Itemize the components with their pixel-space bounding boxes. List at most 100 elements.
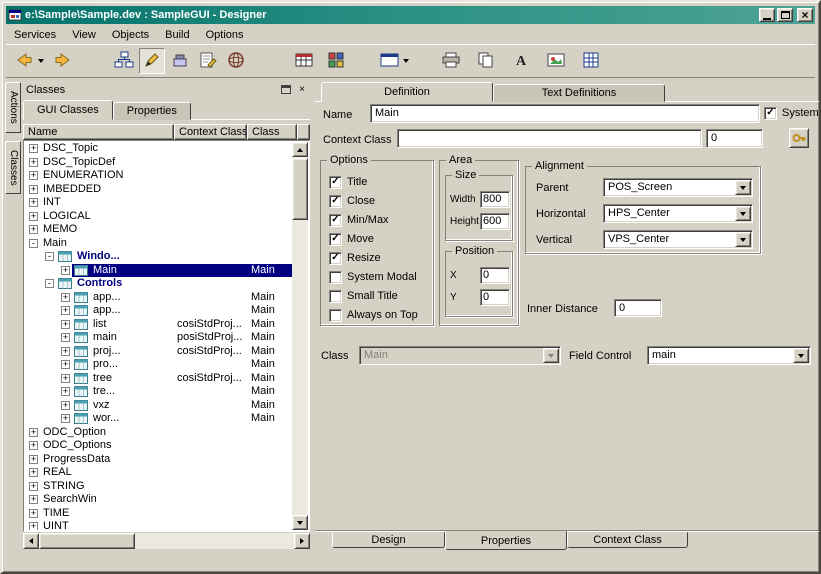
horizontal-scroll-thumb[interactable] bbox=[39, 533, 135, 549]
menu-objects[interactable]: Objects bbox=[104, 27, 157, 43]
checkbox-min-max[interactable]: ✓ bbox=[329, 214, 342, 227]
tree-row-dsc-topicdef[interactable]: +DSC_TopicDef bbox=[25, 156, 292, 170]
column-header-name[interactable]: Name bbox=[23, 124, 174, 140]
scroll-up-button[interactable] bbox=[292, 142, 308, 157]
tree-expander[interactable]: + bbox=[61, 333, 70, 342]
tree-row-main[interactable]: +MainMain bbox=[25, 264, 292, 278]
vertical-combo[interactable]: VPS_Center bbox=[603, 230, 753, 249]
tree-row-logical[interactable]: +LOGICAL bbox=[25, 210, 292, 224]
palette-grid-button[interactable] bbox=[323, 48, 349, 74]
combo-arrow-button[interactable] bbox=[793, 348, 809, 363]
tab-definition[interactable]: Definition bbox=[321, 82, 493, 102]
tree-expander[interactable]: + bbox=[29, 171, 38, 180]
menu-options[interactable]: Options bbox=[198, 27, 252, 43]
minimize-button[interactable] bbox=[759, 8, 775, 22]
forward-button[interactable] bbox=[49, 48, 75, 74]
inner-distance-input[interactable]: 0 bbox=[614, 299, 662, 317]
tree-row-pro-[interactable]: +pro...Main bbox=[25, 358, 292, 372]
combo-arrow-button[interactable] bbox=[735, 232, 751, 247]
copy-button[interactable] bbox=[473, 48, 499, 74]
menu-view[interactable]: View bbox=[64, 27, 104, 43]
tree-expander[interactable]: + bbox=[29, 495, 38, 504]
tree-row-progressdata[interactable]: +ProgressData bbox=[25, 453, 292, 467]
notes-button[interactable] bbox=[195, 48, 221, 74]
tree-expander[interactable]: + bbox=[29, 455, 38, 464]
tree-row-uint[interactable]: +UINT bbox=[25, 520, 292, 530]
tree-row-odc-option[interactable]: +ODC_Option bbox=[25, 426, 292, 440]
grid-button[interactable] bbox=[578, 48, 604, 74]
column-header-context-class[interactable]: Context Class bbox=[174, 124, 247, 140]
checkbox-resize[interactable]: ✓ bbox=[329, 252, 342, 265]
system-checkbox[interactable]: ✓ bbox=[764, 107, 777, 120]
context-index-input[interactable]: 0 bbox=[706, 129, 763, 148]
y-input[interactable]: 0 bbox=[480, 289, 510, 306]
tree-row-tree[interactable]: +treecosiStdProj...Main bbox=[25, 372, 292, 386]
context-class-picker-button[interactable] bbox=[789, 128, 809, 148]
back-button[interactable] bbox=[14, 48, 45, 74]
tree-row-app-[interactable]: +app...Main bbox=[25, 291, 292, 305]
tree-expander[interactable]: + bbox=[29, 509, 38, 518]
tree-expander[interactable]: + bbox=[61, 374, 70, 383]
tree-row-proj-[interactable]: +proj...cosiStdProj...Main bbox=[25, 345, 292, 359]
tree-expander[interactable]: + bbox=[29, 198, 38, 207]
tree-row-controls[interactable]: -Controls bbox=[25, 277, 292, 291]
tree-row-app-[interactable]: +app...Main bbox=[25, 304, 292, 318]
tree-row-main[interactable]: +mainposiStdProj...Main bbox=[25, 331, 292, 345]
height-input[interactable]: 600 bbox=[480, 213, 510, 230]
edit-pen-button[interactable] bbox=[139, 48, 165, 74]
tab-text-definitions[interactable]: Text Definitions bbox=[493, 84, 665, 102]
tree-expander[interactable]: + bbox=[29, 428, 38, 437]
tree-expander[interactable]: + bbox=[61, 387, 70, 396]
horizontal-combo[interactable]: HPS_Center bbox=[603, 204, 753, 223]
maximize-button[interactable] bbox=[777, 8, 793, 22]
tree-expander[interactable]: + bbox=[61, 266, 70, 275]
tree-expander[interactable]: + bbox=[29, 225, 38, 234]
menu-build[interactable]: Build bbox=[157, 27, 197, 43]
checkbox-move[interactable]: ✓ bbox=[329, 233, 342, 246]
tree-expander[interactable]: + bbox=[29, 482, 38, 491]
tree-expander[interactable]: - bbox=[29, 239, 38, 248]
scroll-left-button[interactable] bbox=[23, 533, 39, 549]
tree-expander[interactable]: + bbox=[61, 401, 70, 410]
tree-expander[interactable]: + bbox=[61, 320, 70, 329]
tree-expander[interactable]: - bbox=[45, 252, 54, 261]
name-input[interactable]: Main bbox=[370, 104, 760, 123]
tree-row-dsc-topic[interactable]: +DSC_Topic bbox=[25, 142, 292, 156]
tree-expander[interactable]: + bbox=[29, 158, 38, 167]
horizontal-scrollbar[interactable] bbox=[23, 533, 310, 549]
vertical-scroll-thumb[interactable] bbox=[292, 158, 308, 220]
tree-row-odc-options[interactable]: +ODC_Options bbox=[25, 439, 292, 453]
column-header-class[interactable]: Class bbox=[247, 124, 297, 140]
tree-row-string[interactable]: +STRING bbox=[25, 480, 292, 494]
tree-expander[interactable]: + bbox=[61, 347, 70, 356]
tree-row-imbedded[interactable]: +IMBEDDED bbox=[25, 183, 292, 197]
tree-row-real[interactable]: +REAL bbox=[25, 466, 292, 480]
vertical-scrollbar[interactable] bbox=[292, 142, 308, 530]
tree-row-time[interactable]: +TIME bbox=[25, 507, 292, 521]
tree-row-int[interactable]: +INT bbox=[25, 196, 292, 210]
tree-row-enumeration[interactable]: +ENUMERATION bbox=[25, 169, 292, 183]
eraser-button[interactable] bbox=[167, 48, 193, 74]
tree-row-tre-[interactable]: +tre...Main bbox=[25, 385, 292, 399]
tree-expander[interactable]: + bbox=[29, 441, 38, 450]
side-tab-classes[interactable]: Classes bbox=[5, 141, 21, 195]
tree-expander[interactable]: + bbox=[29, 144, 38, 153]
tree-row-wor-[interactable]: +wor...Main bbox=[25, 412, 292, 426]
tree-row-searchwin[interactable]: +SearchWin bbox=[25, 493, 292, 507]
combo-arrow-button[interactable] bbox=[735, 180, 751, 195]
tree-expander[interactable]: + bbox=[61, 293, 70, 302]
structure-button[interactable] bbox=[111, 48, 137, 74]
image-button[interactable] bbox=[543, 48, 569, 74]
tree-row-windo-[interactable]: -Windo... bbox=[25, 250, 292, 264]
dock-button[interactable] bbox=[279, 83, 293, 96]
combo-arrow-button[interactable] bbox=[543, 348, 559, 363]
tree-row-main[interactable]: -Main bbox=[25, 237, 292, 251]
combo-arrow-button[interactable] bbox=[735, 206, 751, 221]
context-class-input[interactable] bbox=[397, 129, 702, 148]
tab-properties[interactable]: Properties bbox=[445, 531, 567, 550]
field-control-combo[interactable]: main bbox=[647, 346, 811, 365]
tree-expander[interactable]: - bbox=[45, 279, 54, 288]
font-button[interactable]: A bbox=[508, 48, 534, 74]
tree-row-memo[interactable]: +MEMO bbox=[25, 223, 292, 237]
tree-expander[interactable]: + bbox=[61, 414, 70, 423]
